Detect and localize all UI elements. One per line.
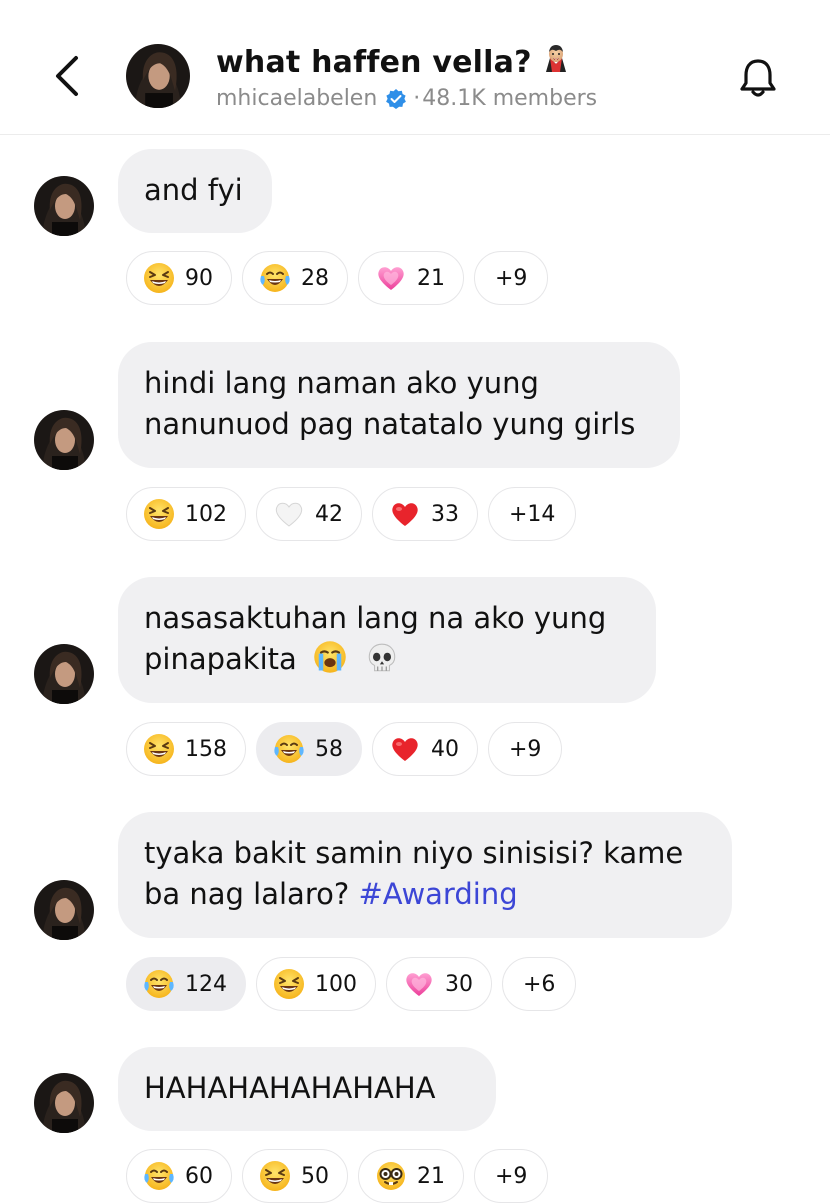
chat-header: what haffen vella? mhicaelabelen · 48.1K…	[0, 0, 830, 135]
reaction-chip[interactable]: 33	[372, 487, 478, 541]
more-reactions-count: +9	[509, 736, 542, 762]
reaction-chip[interactable]: 42	[256, 487, 362, 541]
message-text-line: nanunuod pag natatalo yung girls	[144, 407, 636, 441]
reaction-count: 100	[315, 971, 357, 997]
white-heart-emoji-icon	[273, 498, 305, 530]
nerd-face-emoji-icon	[375, 1160, 407, 1192]
reaction-count: 40	[431, 736, 459, 762]
red-heart-emoji-icon	[389, 733, 421, 765]
tears-of-joy-emoji-icon	[143, 1160, 175, 1192]
grinning-squint-emoji-icon	[143, 498, 175, 530]
sender-avatar[interactable]	[34, 880, 94, 940]
message-bubble[interactable]: nasasaktuhan lang na ako yung pinapakita	[118, 577, 656, 703]
reaction-count: 21	[417, 1163, 445, 1189]
loudly-crying-emoji-icon	[312, 639, 348, 675]
reaction-count: 124	[185, 971, 227, 997]
message-bubble[interactable]: tyaka bakit samin niyo sinisisi? kame ba…	[118, 812, 732, 938]
grinning-squint-emoji-icon	[273, 968, 305, 1000]
reaction-bar: 90 28 21 +9	[126, 251, 549, 305]
grinning-squint-emoji-icon	[143, 733, 175, 765]
reaction-count: 50	[301, 1163, 329, 1189]
reaction-bar: 60 50 21 +9	[126, 1149, 549, 1203]
sender-avatar[interactable]	[34, 176, 94, 236]
more-reactions-count: +6	[523, 971, 556, 997]
reaction-chip[interactable]: 21	[358, 251, 464, 305]
sender-avatar[interactable]	[34, 410, 94, 470]
reaction-chip[interactable]: 60	[126, 1149, 232, 1203]
member-count: 48.1K members	[422, 86, 598, 111]
more-reactions-count: +14	[509, 501, 556, 527]
tears-of-joy-emoji-icon	[273, 733, 305, 765]
reaction-count: 158	[185, 736, 227, 762]
reaction-chip-selected[interactable]: 124	[126, 957, 246, 1011]
hashtag-link[interactable]: #Awarding	[358, 877, 517, 911]
reaction-chip[interactable]: 30	[386, 957, 492, 1011]
tears-of-joy-emoji-icon	[259, 262, 291, 294]
reaction-chip[interactable]: 28	[242, 251, 348, 305]
channel-title-text: what haffen vella?	[216, 45, 532, 80]
more-reactions-chip[interactable]: +9	[474, 251, 549, 305]
reaction-count: 58	[315, 736, 343, 762]
reaction-count: 102	[185, 501, 227, 527]
grinning-squint-emoji-icon	[143, 262, 175, 294]
channel-title[interactable]: what haffen vella?	[216, 42, 572, 80]
tears-of-joy-emoji-icon	[143, 968, 175, 1000]
reaction-chip-selected[interactable]: 58	[256, 722, 362, 776]
vampire-emoji-icon	[540, 42, 572, 74]
message-bubble[interactable]: hindi lang naman ako yung nanunuod pag n…	[118, 342, 680, 468]
reaction-count: 21	[417, 265, 445, 291]
message-text-line: hindi lang naman ako yung	[144, 366, 539, 400]
skull-emoji-icon	[365, 641, 399, 675]
message-text-line: pinapakita	[144, 639, 630, 680]
message-text: ba nag lalaro?	[144, 877, 350, 911]
reaction-chip[interactable]: 50	[242, 1149, 348, 1203]
pink-heart-emoji-icon	[403, 968, 435, 1000]
message-text-line: nasasaktuhan lang na ako yung	[144, 601, 607, 635]
grinning-squint-emoji-icon	[259, 1160, 291, 1192]
message-text: HAHAHAHAHAHAHA	[144, 1071, 436, 1105]
reaction-bar: 124 100 30 +6	[126, 957, 577, 1011]
message-text: and fyi	[144, 173, 243, 207]
subtitle-separator: ·	[413, 86, 421, 111]
reaction-chip[interactable]: 100	[256, 957, 376, 1011]
reaction-chip[interactable]: 21	[358, 1149, 464, 1203]
reaction-chip[interactable]: 40	[372, 722, 478, 776]
sender-avatar[interactable]	[34, 644, 94, 704]
more-reactions-count: +9	[495, 265, 528, 291]
message-text-line: ba nag lalaro? #Awarding	[144, 874, 706, 915]
reaction-bar: 102 42 33 +14	[126, 487, 577, 541]
creator-username[interactable]: mhicaelabelen	[216, 86, 377, 111]
more-reactions-chip[interactable]: +6	[502, 957, 577, 1011]
reaction-chip[interactable]: 102	[126, 487, 246, 541]
message-bubble[interactable]: and fyi	[118, 149, 272, 233]
more-reactions-count: +9	[495, 1163, 528, 1189]
reaction-count: 60	[185, 1163, 213, 1189]
message-bubble[interactable]: HAHAHAHAHAHAHA	[118, 1047, 496, 1131]
bell-icon[interactable]	[734, 54, 782, 102]
reaction-chip[interactable]: 90	[126, 251, 232, 305]
more-reactions-chip[interactable]: +9	[488, 722, 563, 776]
reaction-count: 33	[431, 501, 459, 527]
reaction-chip[interactable]: 158	[126, 722, 246, 776]
pink-heart-emoji-icon	[375, 262, 407, 294]
sender-avatar[interactable]	[34, 1073, 94, 1133]
verified-badge-icon	[386, 88, 407, 109]
message-text-line: tyaka bakit samin niyo sinisisi? kame	[144, 836, 684, 870]
reaction-count: 28	[301, 265, 329, 291]
red-heart-emoji-icon	[389, 498, 421, 530]
back-chevron-icon[interactable]	[46, 50, 90, 102]
message-text: pinapakita	[144, 642, 297, 676]
channel-subtitle: mhicaelabelen · 48.1K members	[216, 86, 597, 111]
reaction-count: 90	[185, 265, 213, 291]
reaction-bar: 158 58 40 +9	[126, 722, 563, 776]
reaction-count: 42	[315, 501, 343, 527]
reaction-count: 30	[445, 971, 473, 997]
channel-avatar[interactable]	[126, 44, 190, 108]
more-reactions-chip[interactable]: +14	[488, 487, 577, 541]
more-reactions-chip[interactable]: +9	[474, 1149, 549, 1203]
